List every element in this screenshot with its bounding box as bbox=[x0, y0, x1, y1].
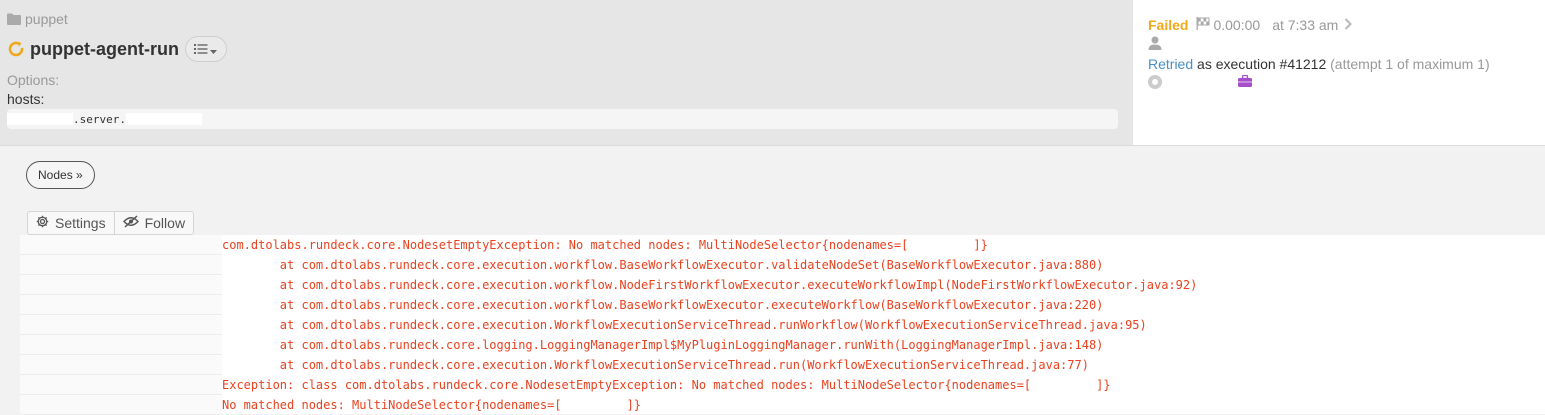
log-gutter bbox=[20, 335, 222, 355]
briefcase-icon bbox=[1238, 74, 1252, 90]
job-header: puppet puppet-agent-run Options: hosts: … bbox=[0, 0, 1545, 146]
list-icon bbox=[194, 41, 208, 57]
log-line: com.dtolabs.rundeck.core.NodesetEmptyExc… bbox=[20, 235, 1545, 255]
log-gutter bbox=[20, 235, 222, 255]
log-text: No matched nodes: MultiNodeSelector{node… bbox=[222, 398, 642, 412]
log-text: at com.dtolabs.rundeck.core.execution.wo… bbox=[222, 258, 1104, 272]
log-line: at com.dtolabs.rundeck.core.execution.wo… bbox=[20, 275, 1545, 295]
log-line: at com.dtolabs.rundeck.core.logging.Logg… bbox=[20, 335, 1545, 355]
log-text: at com.dtolabs.rundeck.core.execution.Wo… bbox=[222, 318, 1147, 332]
log-gutter bbox=[20, 355, 222, 375]
job-actions-button[interactable] bbox=[184, 36, 227, 62]
retry-info: Retried as execution #41212 (attempt 1 o… bbox=[1148, 56, 1490, 72]
job-title-row: puppet-agent-run bbox=[7, 36, 227, 62]
refresh-icon bbox=[7, 40, 25, 58]
log-line: at com.dtolabs.rundeck.core.execution.wo… bbox=[20, 255, 1545, 275]
gear-icon bbox=[36, 215, 49, 231]
status-badge: Failed bbox=[1148, 17, 1189, 33]
node-info-row bbox=[1148, 74, 1252, 90]
node-status-icon bbox=[1148, 75, 1162, 89]
options-label: Options: bbox=[7, 72, 60, 88]
checkered-flag-icon bbox=[1196, 17, 1210, 33]
execution-status-panel: Failed 0.00:00 at 7:33 am Retried as exe… bbox=[1133, 0, 1545, 145]
hosts-value-text: .server. bbox=[73, 112, 126, 126]
retry-execution-text: as execution #41212 bbox=[1197, 56, 1327, 72]
log-gutter bbox=[20, 295, 222, 315]
settings-button[interactable]: Settings bbox=[28, 212, 114, 234]
job-info-panel: puppet puppet-agent-run Options: hosts: … bbox=[0, 0, 1133, 145]
log-line: at com.dtolabs.rundeck.core.execution.Wo… bbox=[20, 315, 1545, 335]
log-text: Exception: class com.dtolabs.rundeck.cor… bbox=[222, 378, 1111, 392]
hosts-value: .server. bbox=[7, 109, 1118, 129]
caret-down-icon bbox=[210, 41, 218, 57]
log-gutter bbox=[20, 255, 222, 275]
log-line: at com.dtolabs.rundeck.core.execution.wo… bbox=[20, 295, 1545, 315]
log-text: at com.dtolabs.rundeck.core.execution.wo… bbox=[222, 298, 1104, 312]
log-text: com.dtolabs.rundeck.core.NodesetEmptyExc… bbox=[222, 238, 988, 252]
log-gutter bbox=[20, 315, 222, 335]
breadcrumb[interactable]: puppet bbox=[7, 11, 68, 27]
log-gutter bbox=[20, 375, 222, 395]
follow-label: Follow bbox=[144, 215, 186, 231]
nodes-toggle-button[interactable]: Nodes » bbox=[26, 161, 95, 189]
follow-button[interactable]: Follow bbox=[113, 212, 193, 234]
user-icon bbox=[1148, 36, 1162, 53]
folder-icon bbox=[7, 13, 21, 25]
log-output[interactable]: com.dtolabs.rundeck.core.NodesetEmptyExc… bbox=[20, 235, 1545, 415]
hosts-label: hosts: bbox=[7, 91, 45, 107]
eye-slash-icon bbox=[122, 215, 139, 231]
log-gutter bbox=[20, 395, 222, 415]
status-row: Failed 0.00:00 at 7:33 am bbox=[1148, 17, 1353, 33]
execution-time: at 7:33 am bbox=[1272, 17, 1339, 33]
log-text: at com.dtolabs.rundeck.core.logging.Logg… bbox=[222, 338, 1104, 352]
log-line: No matched nodes: MultiNodeSelector{node… bbox=[20, 395, 1545, 415]
log-line: Exception: class com.dtolabs.rundeck.cor… bbox=[20, 375, 1545, 395]
log-text: at com.dtolabs.rundeck.core.execution.wo… bbox=[222, 278, 1198, 292]
breadcrumb-group[interactable]: puppet bbox=[25, 11, 68, 27]
settings-label: Settings bbox=[55, 215, 106, 231]
redacted-text bbox=[125, 113, 202, 125]
execution-duration: 0.00:00 bbox=[1213, 17, 1261, 33]
log-text: at com.dtolabs.rundeck.core.execution.Wo… bbox=[222, 358, 1089, 372]
chevron-right-icon[interactable] bbox=[1344, 17, 1353, 33]
retried-link[interactable]: Retried bbox=[1148, 56, 1193, 72]
log-toolbar: Settings Follow bbox=[27, 211, 195, 235]
redacted-text bbox=[7, 113, 73, 125]
log-gutter bbox=[20, 275, 222, 295]
retry-attempt-text: (attempt 1 of maximum 1) bbox=[1330, 56, 1490, 72]
job-title[interactable]: puppet-agent-run bbox=[30, 39, 179, 60]
log-line: at com.dtolabs.rundeck.core.execution.Wo… bbox=[20, 355, 1545, 375]
